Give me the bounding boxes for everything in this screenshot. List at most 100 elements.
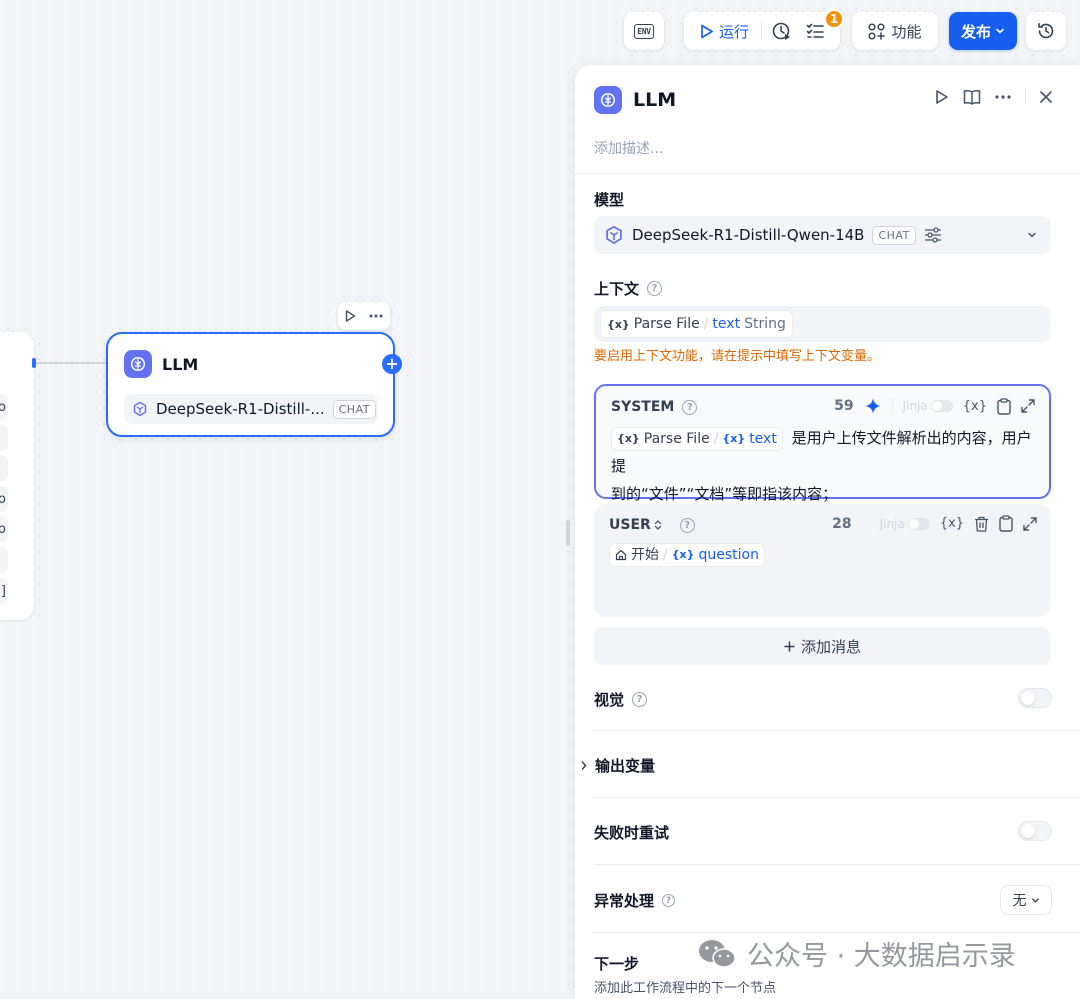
description-input[interactable]: 添加描述... (594, 138, 663, 158)
next-step-label-text: 下一步 (594, 955, 640, 973)
add-next-node-button[interactable]: + (382, 354, 402, 374)
insert-variable-icon[interactable]: {x} (940, 516, 964, 531)
help-circle-icon[interactable]: ? (682, 399, 698, 415)
watermark: 公众号 · 大数据启示录 (697, 934, 1016, 973)
checklist-button[interactable] (806, 22, 824, 40)
help-circle-icon[interactable]: ? (679, 517, 695, 533)
prompt-variable-chip[interactable]: {x} Parse File / {x} text (611, 426, 783, 451)
variable-icon: {x} (617, 431, 640, 445)
chevron-right-icon (581, 761, 587, 770)
section-divider (594, 864, 1080, 865)
user-prompt-text[interactable]: 开始 / {x} question (609, 540, 1037, 568)
llm-node[interactable]: LLM DeepSeek-R1-Distill-... CHAT (106, 332, 395, 437)
sparkle-ai-icon[interactable] (864, 397, 882, 415)
panel-title[interactable]: LLM (633, 89, 676, 111)
publish-label: 发布 (960, 22, 991, 41)
model-selector[interactable]: DeepSeek-R1-Distill-Qwen-14B CHAT (594, 216, 1051, 254)
help-doc-icon[interactable] (963, 89, 981, 105)
vision-label-text: 视觉 (594, 691, 625, 709)
system-prompt-editor[interactable]: SYSTEM ? 59 Jinja {x} {x} Parse File / {… (594, 384, 1051, 503)
system-prompt-tools: 59 Jinja {x} (834, 397, 1035, 415)
user-role-label: USER (609, 517, 651, 533)
jinja-switch[interactable] (907, 517, 930, 530)
history-icon (1038, 23, 1054, 39)
help-circle-icon[interactable]: ? (647, 281, 663, 296)
jinja-toggle[interactable]: Jinja (903, 399, 953, 413)
context-warning: 要启用上下文功能，请在提示中填写上下文变量。 (594, 349, 881, 364)
previous-node-row: to (0, 516, 8, 542)
clipboard-icon[interactable] (997, 397, 1011, 415)
env-icon: ENV (634, 23, 654, 39)
context-variable-selector[interactable]: {x} Parse File / text String (594, 306, 1051, 342)
var-name: text (712, 316, 741, 332)
run-button[interactable]: 运行 (700, 21, 749, 42)
edge-handle[interactable] (32, 358, 36, 368)
previous-node-partial[interactable]: to lo to [] (0, 332, 34, 620)
version-history-button[interactable] (1026, 12, 1066, 50)
path-separator: / (703, 316, 709, 332)
user-prompt-tools: 28 Jinja {x} (832, 515, 1037, 532)
features-button[interactable]: 功能 (852, 12, 938, 50)
wechat-icon (699, 939, 736, 968)
jinja-switch[interactable] (930, 400, 953, 412)
model-label-text: 模型 (594, 191, 625, 209)
trash-icon[interactable] (974, 516, 989, 532)
checklist-icon (806, 23, 824, 38)
close-icon[interactable] (1040, 91, 1052, 103)
vision-toggle[interactable] (1018, 688, 1052, 708)
retry-label-text: 失败时重试 (594, 824, 670, 842)
prompt-variable-chip[interactable]: 开始 / {x} question (609, 542, 765, 567)
add-message-button[interactable]: 添加消息 (594, 627, 1051, 665)
model-provider-icon (133, 401, 147, 417)
section-divider (575, 173, 1080, 174)
run-history-button[interactable] (772, 21, 792, 41)
llm-node-model: DeepSeek-R1-Distill-... CHAT (124, 394, 378, 424)
retry-toggle[interactable] (1018, 821, 1052, 841)
user-prompt-editor[interactable]: USER ? 28 Jinja {x} 开始 / {x} question (594, 504, 1051, 617)
help-circle-icon[interactable]: ? (632, 692, 648, 707)
help-circle-icon[interactable]: ? (662, 894, 676, 907)
expand-icon[interactable] (1023, 516, 1037, 531)
publish-button[interactable]: 发布 (949, 12, 1017, 50)
panel-resize-handle[interactable] (566, 520, 570, 546)
exception-value: 无 (1012, 893, 1027, 909)
variable-icon: {x} (671, 547, 695, 561)
more-icon[interactable] (995, 95, 1011, 99)
previous-node-row (0, 455, 8, 481)
features-label: 功能 (891, 22, 922, 41)
variable-icon: {x} (607, 317, 630, 331)
connection-edge[interactable] (34, 362, 108, 364)
retry-label: 失败时重试 (594, 822, 669, 843)
jinja-label: Jinja (879, 516, 905, 531)
output-variables-header[interactable]: 输出变量 (581, 755, 655, 776)
more-icon[interactable] (369, 314, 383, 318)
insert-variable-icon[interactable]: {x} (963, 399, 987, 414)
context-variable-chip[interactable]: {x} Parse File / text String (600, 310, 793, 338)
user-role-selector[interactable]: USER (609, 517, 662, 533)
run-node-icon[interactable] (345, 310, 356, 322)
system-prompt-line: 到的“文件”“文档”等即指该内容； (611, 485, 838, 503)
watermark-text: 公众号 · 大数据启示录 (747, 941, 1016, 972)
llm-node-icon (124, 350, 152, 378)
exception-strategy-select[interactable]: 无 (1000, 885, 1052, 915)
home-icon (615, 549, 627, 560)
model-params-icon[interactable] (924, 227, 942, 243)
model-provider-icon (606, 225, 622, 245)
next-step-description: 添加此工作流程中的下一个节点 (594, 981, 777, 996)
jinja-toggle[interactable]: Jinja (880, 517, 930, 531)
expand-icon[interactable] (1021, 399, 1035, 413)
jinja-label: Jinja (902, 399, 928, 413)
var-node-name: Parse File (643, 430, 710, 447)
llm-node-model-name: DeepSeek-R1-Distill-... (156, 400, 325, 418)
system-prompt-text[interactable]: {x} Parse File / {x} text 是用户上传文件解析出的内容，… (611, 424, 1035, 508)
run-step-icon[interactable] (935, 89, 949, 105)
add-message-label: 添加消息 (800, 637, 861, 656)
vision-label: 视觉 ? (594, 689, 648, 710)
llm-brain-icon (600, 92, 616, 108)
var-type: String (744, 316, 786, 332)
path-separator: / (713, 430, 719, 447)
clipboard-icon[interactable] (999, 515, 1013, 532)
play-icon (701, 24, 713, 38)
env-button[interactable]: ENV (624, 12, 664, 50)
previous-node-row: [] (0, 578, 8, 604)
